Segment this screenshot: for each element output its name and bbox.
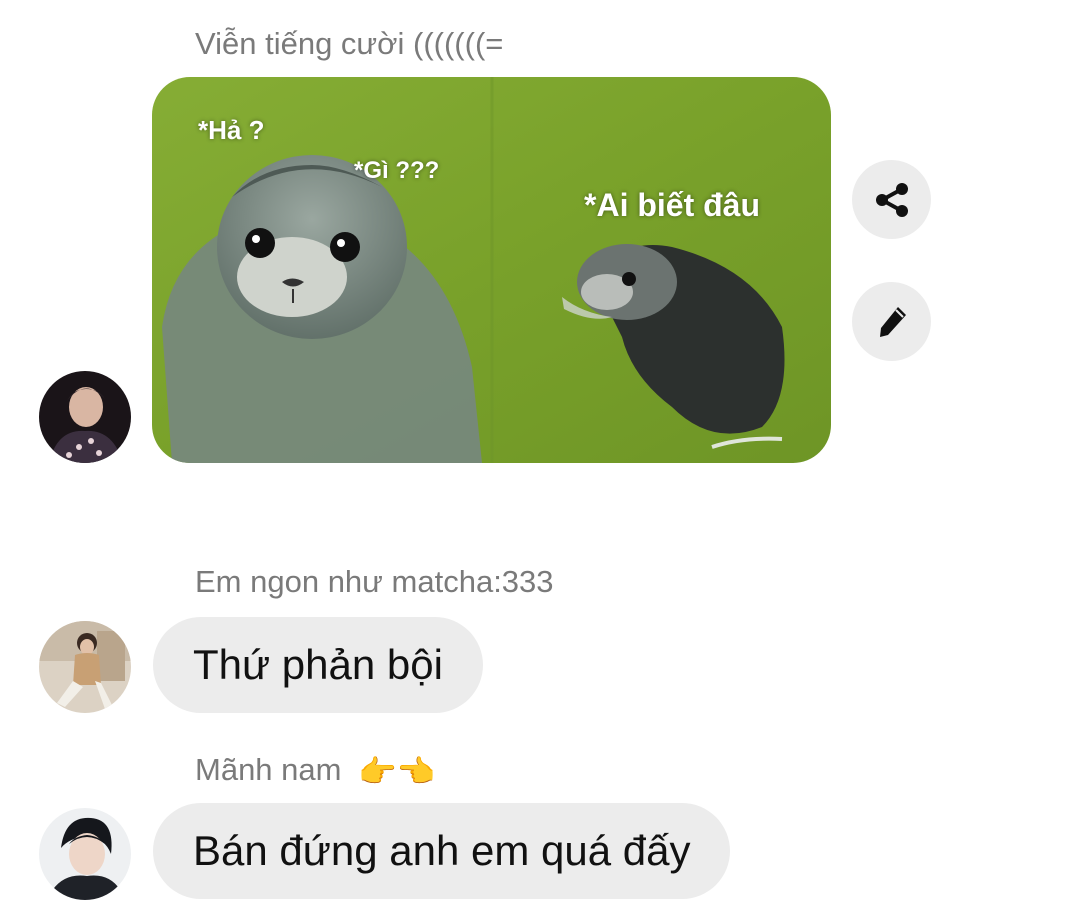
- share-button[interactable]: [852, 160, 931, 239]
- pencil-icon: [879, 306, 906, 337]
- avatar-image: [39, 808, 131, 900]
- sender-name: Viễn tiếng cười (((((((=: [195, 26, 504, 61]
- share-icon: [875, 182, 908, 217]
- message-text: Thứ phản bội: [193, 641, 443, 688]
- avatar[interactable]: [39, 371, 131, 463]
- message-bubble[interactable]: Bán đứng anh em quá đấy: [153, 803, 731, 899]
- meme-image[interactable]: *Hả ? *Gì ??? *Ai biết đâu: [152, 77, 831, 463]
- avatar-image: [39, 371, 131, 463]
- meme-caption-right: *Ai biết đâu: [584, 187, 761, 223]
- avatar[interactable]: [39, 621, 131, 713]
- meme-caption-left-1: *Hả ?: [198, 115, 265, 145]
- meme-caption-left-2: *Gì ???: [354, 157, 440, 184]
- avatar[interactable]: [39, 808, 131, 900]
- sender-name: Em ngon như matcha:333: [195, 564, 554, 599]
- message-text: Bán đứng anh em quá đấy: [193, 827, 691, 874]
- sender-name-row: Mãnh nam 👉👈: [195, 752, 435, 790]
- pointing-hands-emoji: 👉👈: [358, 754, 436, 790]
- avatar-image: [39, 621, 131, 713]
- sender-name: Mãnh nam: [195, 752, 342, 787]
- edit-button[interactable]: [852, 282, 931, 361]
- message-bubble[interactable]: Thứ phản bội: [153, 617, 483, 713]
